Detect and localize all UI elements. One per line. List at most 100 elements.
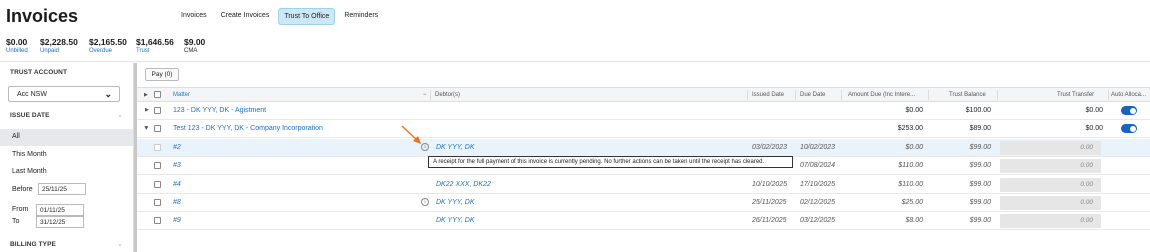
row-checkbox[interactable] xyxy=(154,125,161,132)
trust-account-select[interactable]: Acc NSW ⌄ xyxy=(8,86,120,102)
expand-caret-icon[interactable]: ▶ xyxy=(145,107,149,113)
invoice-debtor[interactable]: DK YYY, DK xyxy=(436,144,475,151)
tab-reminders[interactable]: Reminders xyxy=(339,8,383,25)
invoice-number[interactable]: #9 xyxy=(173,217,181,224)
pay-button[interactable]: Pay (0) xyxy=(145,68,179,81)
invoice-row[interactable]: #9 DK YYY, DK 26/11/2025 03/12/2025 $8.0… xyxy=(137,212,1150,230)
column-separator xyxy=(747,90,748,100)
amount-due: $0.00 xyxy=(905,107,923,114)
summary-value: $1,646.56 xyxy=(136,37,174,47)
chevron-down-icon[interactable]: ⌄ xyxy=(117,240,123,248)
column-header-due-date[interactable]: Due Date xyxy=(800,92,825,98)
summary-value: $9.00 xyxy=(184,37,206,47)
due-date: 03/12/2025 xyxy=(800,217,836,224)
row-checkbox[interactable] xyxy=(154,107,161,114)
trust-account-heading: TRUST ACCOUNT xyxy=(10,69,68,76)
invoice-debtor[interactable]: DK YYY, DK xyxy=(436,199,475,206)
row-checkbox[interactable] xyxy=(154,199,161,206)
issue-date-option-this-month[interactable]: This Month xyxy=(0,147,133,164)
top-bar: Invoices Invoices Create Invoices Trust … xyxy=(0,0,1150,34)
row-checkbox[interactable] xyxy=(154,217,161,224)
to-date-input[interactable]: 31/12/25 xyxy=(36,216,84,228)
due-date: 17/10/2025 xyxy=(800,181,836,188)
due-date: 10/02/2023 xyxy=(800,144,836,151)
column-header-amount-due[interactable]: Amount Due (Inc Intere... xyxy=(848,92,915,98)
before-label: Before xyxy=(12,186,33,193)
row-checkbox[interactable] xyxy=(154,144,161,151)
summary-label: Unpaid xyxy=(40,48,60,54)
tab-trust-to-office[interactable]: Trust To Office xyxy=(278,8,336,25)
summary-cma: $9.00 CMA xyxy=(184,37,205,54)
before-date-input[interactable]: 25/11/25 xyxy=(38,183,86,195)
trust-balance: $99.00 xyxy=(969,144,991,151)
invoice-number[interactable]: #3 xyxy=(173,162,181,169)
invoice-row[interactable]: #8 i DK YYY, DK 25/11/2025 02/12/2025 $2… xyxy=(137,194,1150,212)
trust-transfer-input[interactable]: 0.00 xyxy=(1000,178,1101,192)
from-date-input[interactable]: 01/11/25 xyxy=(36,204,84,216)
trust-transfer-value: 0.00 xyxy=(1080,199,1093,206)
trust-transfer-input[interactable]: 0.00 xyxy=(1000,214,1101,228)
due-date: 07/08/2024 xyxy=(800,162,836,169)
amount-due: $253.00 xyxy=(897,125,923,132)
expand-all-caret-icon[interactable]: ▶ xyxy=(144,92,148,98)
invoice-row[interactable]: #2 i DK YYY, DK 03/02/2023 10/02/2023 $0… xyxy=(137,139,1150,157)
matter-name[interactable]: Test 123 - DK YYY, DK - Company Incorpor… xyxy=(173,125,323,132)
trust-transfer-input[interactable]: 0.00 xyxy=(1000,141,1101,155)
amount-due: $110.00 xyxy=(898,162,923,169)
trust-balance: $99.00 xyxy=(969,181,991,188)
trust-transfer-input[interactable]: 0.00 xyxy=(1000,159,1101,173)
invoice-debtor[interactable]: DK YYY, DK xyxy=(436,217,475,224)
trust-transfer-value: 0.00 xyxy=(1080,217,1093,224)
issued-date: 25/11/2025 xyxy=(752,199,787,206)
summary-label: Trust xyxy=(136,48,150,54)
auto-allocate-toggle[interactable] xyxy=(1121,124,1137,133)
row-checkbox[interactable] xyxy=(154,162,161,169)
auto-allocate-toggle[interactable] xyxy=(1121,106,1137,115)
issued-date: 10/10/2025 xyxy=(752,181,788,188)
trust-balance: $89.00 xyxy=(969,125,991,132)
matter-row[interactable]: ▶ Test 123 - DK YYY, DK - Company Incorp… xyxy=(137,120,1150,138)
summary-unpaid[interactable]: $2,228.50 Unpaid xyxy=(40,37,78,54)
trust-transfer: $0.00 xyxy=(1085,125,1103,132)
invoice-number[interactable]: #4 xyxy=(173,181,181,188)
matter-row[interactable]: ▶ 123 - DK YYY, DK - Agistment $0.00 $10… xyxy=(137,102,1150,120)
trust-transfer-value: 0.00 xyxy=(1080,144,1093,151)
trust-transfer-input[interactable]: 0.00 xyxy=(1000,196,1101,210)
column-separator xyxy=(997,90,998,100)
column-header-auto-allocate[interactable]: Auto Alloca... xyxy=(1111,92,1146,98)
column-separator xyxy=(430,90,431,100)
due-date: 02/12/2025 xyxy=(800,199,836,206)
matter-name[interactable]: 123 - DK YYY, DK - Agistment xyxy=(173,107,266,114)
column-header-trust-balance[interactable]: Trust Balance xyxy=(949,92,986,98)
invoice-number[interactable]: #8 xyxy=(173,199,181,206)
invoice-number[interactable]: #2 xyxy=(173,144,181,151)
row-checkbox[interactable] xyxy=(154,181,161,188)
collapse-caret-icon[interactable]: ▶ xyxy=(143,126,149,130)
pending-receipt-tooltip: A receipt for the full payment of this i… xyxy=(428,156,793,168)
column-header-trust-transfer[interactable]: Trust Transfer xyxy=(1057,92,1094,98)
summary-label: Unbilled xyxy=(6,48,28,54)
tab-create-invoices[interactable]: Create Invoices xyxy=(216,8,275,25)
issue-date-option-last-month[interactable]: Last Month xyxy=(0,164,133,181)
trust-balance: $99.00 xyxy=(969,199,991,206)
sort-icon[interactable]: − xyxy=(423,92,427,98)
summary-trust[interactable]: $1,646.56 Trust xyxy=(136,37,174,54)
tab-invoices[interactable]: Invoices xyxy=(176,8,212,25)
info-icon[interactable]: i xyxy=(421,198,429,206)
summary-overdue[interactable]: $2,165.50 Overdue xyxy=(89,37,127,54)
trust-transfer-value: 0.00 xyxy=(1080,162,1093,169)
summary-unbilled[interactable]: $0.00 Unbilled xyxy=(6,37,28,54)
nav-tabs: Invoices Create Invoices Trust To Office… xyxy=(176,8,383,25)
invoice-row[interactable]: #4 DK22 XXX, DK22 10/10/2025 17/10/2025 … xyxy=(137,176,1150,194)
chevron-down-icon[interactable]: ⌄ xyxy=(117,111,123,119)
amount-due: $8.00 xyxy=(905,217,923,224)
column-header-debtors[interactable]: Debtor(s) xyxy=(435,92,460,98)
annotation-arrow-icon xyxy=(401,125,421,144)
column-separator xyxy=(795,90,796,100)
column-header-issued-date[interactable]: Issued Date xyxy=(752,92,784,98)
select-all-checkbox[interactable] xyxy=(154,91,161,98)
invoice-debtor[interactable]: DK22 XXX, DK22 xyxy=(436,181,491,188)
issue-date-option-all[interactable]: All xyxy=(0,129,133,146)
column-header-matter[interactable]: Matter xyxy=(173,92,190,98)
summary-label: Overdue xyxy=(89,48,113,54)
